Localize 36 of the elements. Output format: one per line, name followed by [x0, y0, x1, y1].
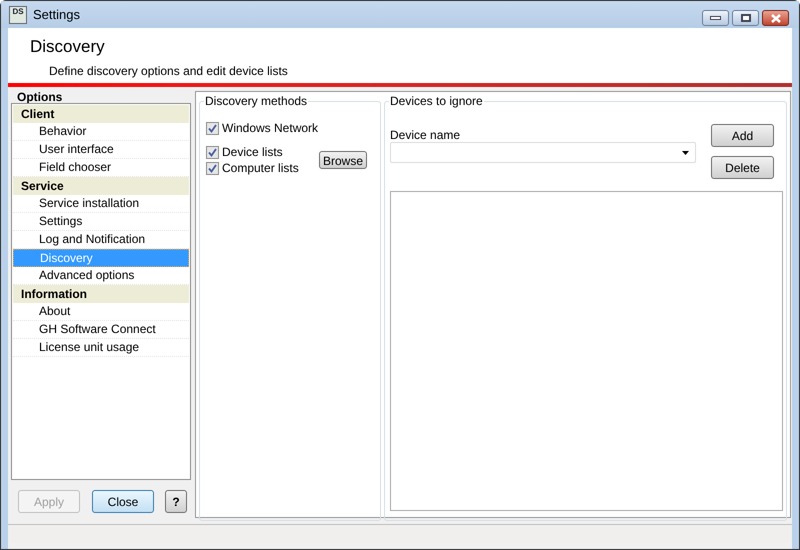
- maximize-button[interactable]: [732, 10, 759, 26]
- app-icon: DS: [9, 6, 27, 24]
- group-title: Discovery methods: [204, 94, 308, 108]
- page-subtitle: Define discovery options and edit device lists: [49, 63, 289, 80]
- options-item[interactable]: Settings: [13, 213, 189, 231]
- minimize-icon: [710, 16, 721, 20]
- minimize-button[interactable]: [702, 10, 729, 26]
- dropdown-arrow-icon: [682, 150, 689, 154]
- checkbox-label: Windows Network: [222, 120, 318, 137]
- checkbox[interactable]: [206, 162, 219, 174]
- maximize-icon: [740, 14, 750, 22]
- options-label: Options: [16, 91, 64, 103]
- options-item[interactable]: User interface: [13, 141, 189, 159]
- options-item[interactable]: Behavior: [13, 123, 189, 141]
- delete-button[interactable]: Delete: [711, 156, 774, 179]
- checkbox-label: Computer lists: [222, 160, 299, 177]
- options-item[interactable]: GH Software Connect: [13, 321, 189, 339]
- close-window-button[interactable]: [762, 10, 789, 26]
- options-item[interactable]: Service installation: [13, 195, 189, 213]
- checkbox[interactable]: [206, 122, 219, 134]
- window-title: Settings: [33, 6, 81, 24]
- category-header: Service: [13, 177, 189, 195]
- page-title: Discovery: [30, 37, 106, 57]
- field-label: Device name: [390, 128, 462, 142]
- checkbox[interactable]: [206, 146, 219, 158]
- help-button[interactable]: ?: [165, 490, 187, 513]
- close-icon: [770, 14, 782, 22]
- category-header: Client: [13, 105, 189, 123]
- checkbox-label: Device lists: [222, 144, 283, 161]
- group-title: Devices to ignore: [389, 94, 484, 108]
- browse-button[interactable]: Browse: [319, 150, 367, 168]
- options-item[interactable]: About: [13, 303, 189, 321]
- add-button[interactable]: Add: [711, 124, 774, 147]
- close-button[interactable]: Close: [92, 490, 154, 513]
- options-item[interactable]: License unit usage: [13, 339, 189, 357]
- category-header: Information: [13, 285, 189, 303]
